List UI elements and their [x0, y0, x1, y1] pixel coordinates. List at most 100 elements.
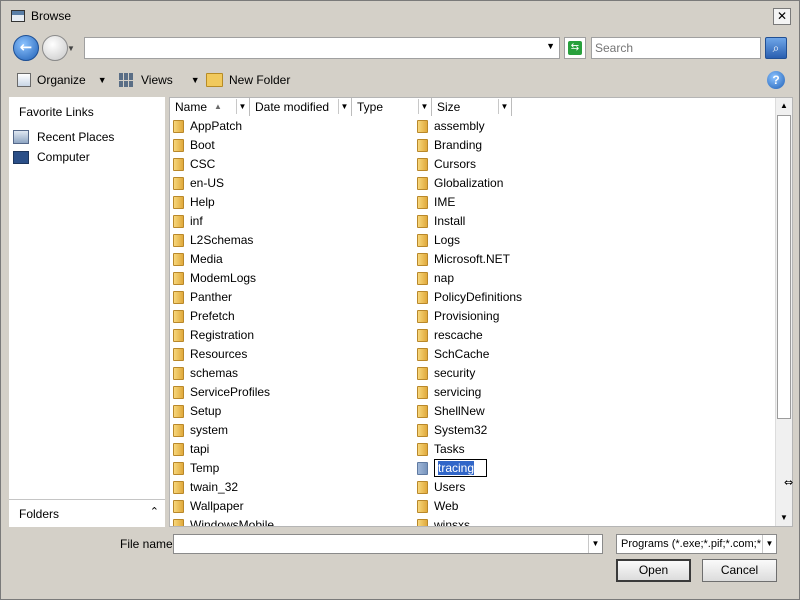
scrollbar-thumb[interactable] — [777, 115, 791, 419]
folders-toggle[interactable]: Folders ⌃ — [9, 499, 165, 527]
help-button[interactable]: ? — [767, 71, 785, 89]
new-folder-button[interactable]: New Folder — [206, 71, 290, 89]
folder-item[interactable]: Globalization — [417, 174, 503, 192]
folder-icon — [417, 404, 428, 418]
folder-icon — [417, 195, 428, 209]
folder-item[interactable]: ModemLogs — [173, 269, 256, 287]
folder-item[interactable]: Wallpaper — [173, 497, 244, 515]
folder-name: inf — [190, 214, 203, 228]
folder-item[interactable]: ServiceProfiles — [173, 383, 270, 401]
back-button[interactable]: ← — [13, 35, 39, 61]
nav-item-label: Computer — [37, 150, 90, 164]
folder-item[interactable]: Panther — [173, 288, 232, 306]
navigation-pane: Favorite Links Recent Places Computer Fo… — [9, 97, 165, 527]
folder-item[interactable]: Microsoft.NET — [417, 250, 510, 268]
column-filter-dropdown[interactable]: ▼ — [418, 99, 430, 114]
rename-field[interactable]: tracing — [434, 459, 488, 477]
folder-item[interactable]: inf — [173, 212, 203, 230]
folder-item[interactable]: System32 — [417, 421, 487, 439]
folder-item[interactable]: en-US — [173, 174, 224, 192]
folder-item[interactable]: ShellNew — [417, 402, 485, 420]
folder-item[interactable]: Branding — [417, 136, 482, 154]
folder-item[interactable]: nap — [417, 269, 454, 287]
column-filter-dropdown[interactable]: ▼ — [498, 99, 510, 114]
folder-icon — [173, 138, 184, 152]
folder-item[interactable]: Boot — [173, 136, 215, 154]
address-bar[interactable]: ▼ — [84, 37, 560, 59]
folder-name-text: inf — [190, 214, 203, 228]
organize-label: Organize — [37, 73, 86, 87]
folder-item[interactable]: Temp — [173, 459, 219, 477]
favorite-links-heading: Favorite Links — [19, 105, 94, 119]
folder-item[interactable]: Setup — [173, 402, 221, 420]
file-name-input[interactable]: ▼ — [173, 534, 603, 554]
views-label: Views — [141, 73, 173, 87]
folder-icon — [417, 119, 428, 133]
forward-button[interactable] — [42, 35, 68, 61]
folder-name: Users — [434, 480, 465, 494]
search-button[interactable]: ⌕ — [765, 37, 787, 59]
folder-name: Tasks — [434, 442, 465, 456]
organize-button[interactable]: Organize ▼ — [17, 71, 107, 89]
folder-item[interactable]: Tasks — [417, 440, 465, 458]
folder-item[interactable]: L2Schemas — [173, 231, 253, 249]
folder-item[interactable]: AppPatch — [173, 117, 242, 135]
folder-item[interactable]: PolicyDefinitions — [417, 288, 522, 306]
title-bar[interactable]: Browse ✕ — [1, 1, 799, 31]
refresh-button[interactable]: ⇆ — [564, 37, 586, 59]
nav-item-recent-places[interactable]: Recent Places — [13, 128, 114, 146]
views-button[interactable]: Views ▼ — [119, 71, 200, 89]
folder-item[interactable]: Resources — [173, 345, 247, 363]
folder-item[interactable]: system — [173, 421, 228, 439]
folder-name: servicing — [434, 385, 481, 399]
column-header-name[interactable]: Name ▲ ▼ — [170, 98, 250, 116]
cancel-button[interactable]: Cancel — [702, 559, 777, 582]
folder-item[interactable]: servicing — [417, 383, 481, 401]
column-header-size[interactable]: Size ▼ — [432, 98, 512, 116]
folder-name-text: system — [190, 423, 229, 437]
folder-icon — [417, 252, 428, 266]
search-input[interactable] — [591, 37, 761, 59]
folder-name: Setup — [190, 404, 221, 418]
folder-item[interactable]: Media — [173, 250, 223, 268]
folder-item[interactable]: Install — [417, 212, 465, 230]
folder-item[interactable]: Prefetch — [173, 307, 235, 325]
file-type-select[interactable]: Programs (*.exe;*.pif;*.com;*.bat;*.cmd)… — [616, 534, 777, 554]
scroll-down-icon[interactable]: ▼ — [776, 510, 792, 526]
folder-item[interactable]: IME — [417, 193, 455, 211]
address-dropdown-icon[interactable]: ▼ — [546, 41, 555, 51]
column-header-type[interactable]: Type ▼ — [352, 98, 432, 116]
folder-item[interactable]: tapi — [173, 440, 209, 458]
folder-item[interactable]: Cursors — [417, 155, 476, 173]
nav-item-computer[interactable]: Computer — [13, 148, 90, 166]
vertical-scrollbar[interactable]: ▲ ▼ — [775, 98, 792, 526]
folder-item[interactable]: Users — [417, 478, 465, 496]
folder-item[interactable]: Provisioning — [417, 307, 499, 325]
folder-item[interactable]: winsxs — [417, 516, 470, 526]
folder-item[interactable]: SchCache — [417, 345, 489, 363]
folder-item[interactable]: rescache — [417, 326, 483, 344]
recent-pages-dropdown[interactable]: ▼ — [67, 44, 75, 53]
column-filter-dropdown[interactable]: ▼ — [338, 99, 350, 114]
close-button[interactable]: ✕ — [773, 8, 791, 25]
open-button[interactable]: Open — [616, 559, 691, 582]
folder-item[interactable]: Web — [417, 497, 458, 515]
folder-item[interactable]: security — [417, 364, 475, 382]
folder-item[interactable]: Help — [173, 193, 215, 211]
folder-item[interactable]: WindowsMobile — [173, 516, 274, 526]
file-list[interactable]: Name ▲ ▼ Date modified ▼ Type ▼ Size ▼ A… — [169, 97, 793, 527]
folder-item[interactable]: schemas — [173, 364, 238, 382]
scroll-up-icon[interactable]: ▲ — [776, 98, 792, 114]
folder-item[interactable]: Registration — [173, 326, 254, 344]
file-type-dropdown-icon[interactable]: ▼ — [762, 535, 776, 553]
folder-item[interactable]: tracing — [417, 459, 488, 477]
folder-item[interactable]: CSC — [173, 155, 215, 173]
file-name-dropdown-icon[interactable]: ▼ — [588, 535, 602, 553]
folder-name: Help — [190, 195, 215, 209]
folder-item[interactable]: assembly — [417, 117, 485, 135]
folder-item[interactable]: Logs — [417, 231, 460, 249]
folder-item[interactable]: twain_32 — [173, 478, 238, 496]
folder-name-text: en-US — [190, 176, 225, 190]
column-header-date-modified[interactable]: Date modified ▼ — [250, 98, 352, 116]
column-filter-dropdown[interactable]: ▼ — [236, 99, 248, 114]
